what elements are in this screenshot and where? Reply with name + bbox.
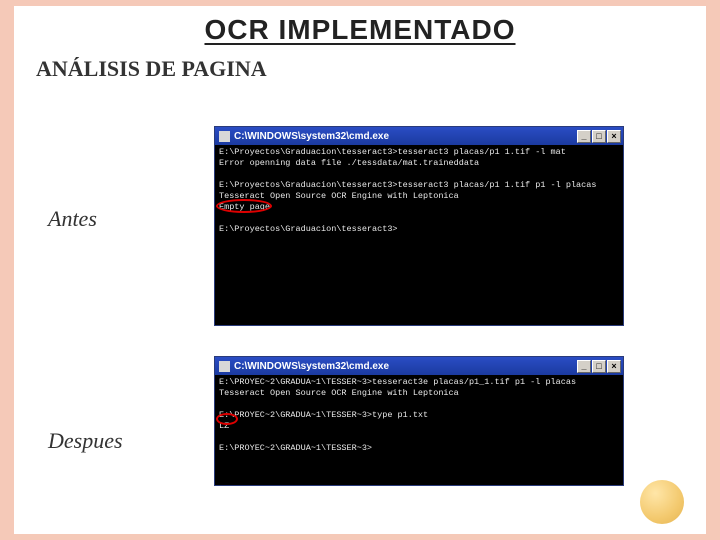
decorative-circle-icon — [640, 480, 684, 524]
maximize-button[interactable]: □ — [592, 130, 606, 143]
minimize-button[interactable]: _ — [577, 130, 591, 143]
slide-title: OCR IMPLEMENTADO — [14, 6, 706, 46]
label-antes: Antes — [48, 206, 97, 232]
window-controls: _ □ × — [577, 360, 621, 373]
console-titlebar: C:\WINDOWS\system32\cmd.exe _ □ × — [215, 127, 623, 145]
titlebar-left: C:\WINDOWS\system32\cmd.exe — [219, 131, 389, 142]
console-after: C:\WINDOWS\system32\cmd.exe _ □ × E:\PRO… — [214, 356, 624, 486]
label-despues: Despues — [48, 428, 123, 454]
highlight-ellipse-after — [216, 413, 238, 425]
close-button[interactable]: × — [607, 360, 621, 373]
titlebar-left: C:\WINDOWS\system32\cmd.exe — [219, 361, 389, 372]
console-title: C:\WINDOWS\system32\cmd.exe — [234, 361, 389, 372]
console-before: C:\WINDOWS\system32\cmd.exe _ □ × E:\Pro… — [214, 126, 624, 326]
console-output: E:\PROYEC~2\GRADUA~1\TESSER~3>tesseract3… — [215, 375, 623, 485]
console-output: E:\Proyectos\Graduacion\tesseract3>tesse… — [215, 145, 623, 325]
console-title: C:\WINDOWS\system32\cmd.exe — [234, 131, 389, 142]
maximize-button[interactable]: □ — [592, 360, 606, 373]
minimize-button[interactable]: _ — [577, 360, 591, 373]
cmd-icon — [219, 131, 230, 142]
highlight-ellipse-before — [216, 199, 272, 213]
close-button[interactable]: × — [607, 130, 621, 143]
window-controls: _ □ × — [577, 130, 621, 143]
cmd-icon — [219, 361, 230, 372]
console-titlebar: C:\WINDOWS\system32\cmd.exe _ □ × — [215, 357, 623, 375]
slide: OCR IMPLEMENTADO ANÁLISIS DE PAGINA Ante… — [14, 6, 706, 534]
slide-subtitle: ANÁLISIS DE PAGINA — [14, 46, 706, 82]
